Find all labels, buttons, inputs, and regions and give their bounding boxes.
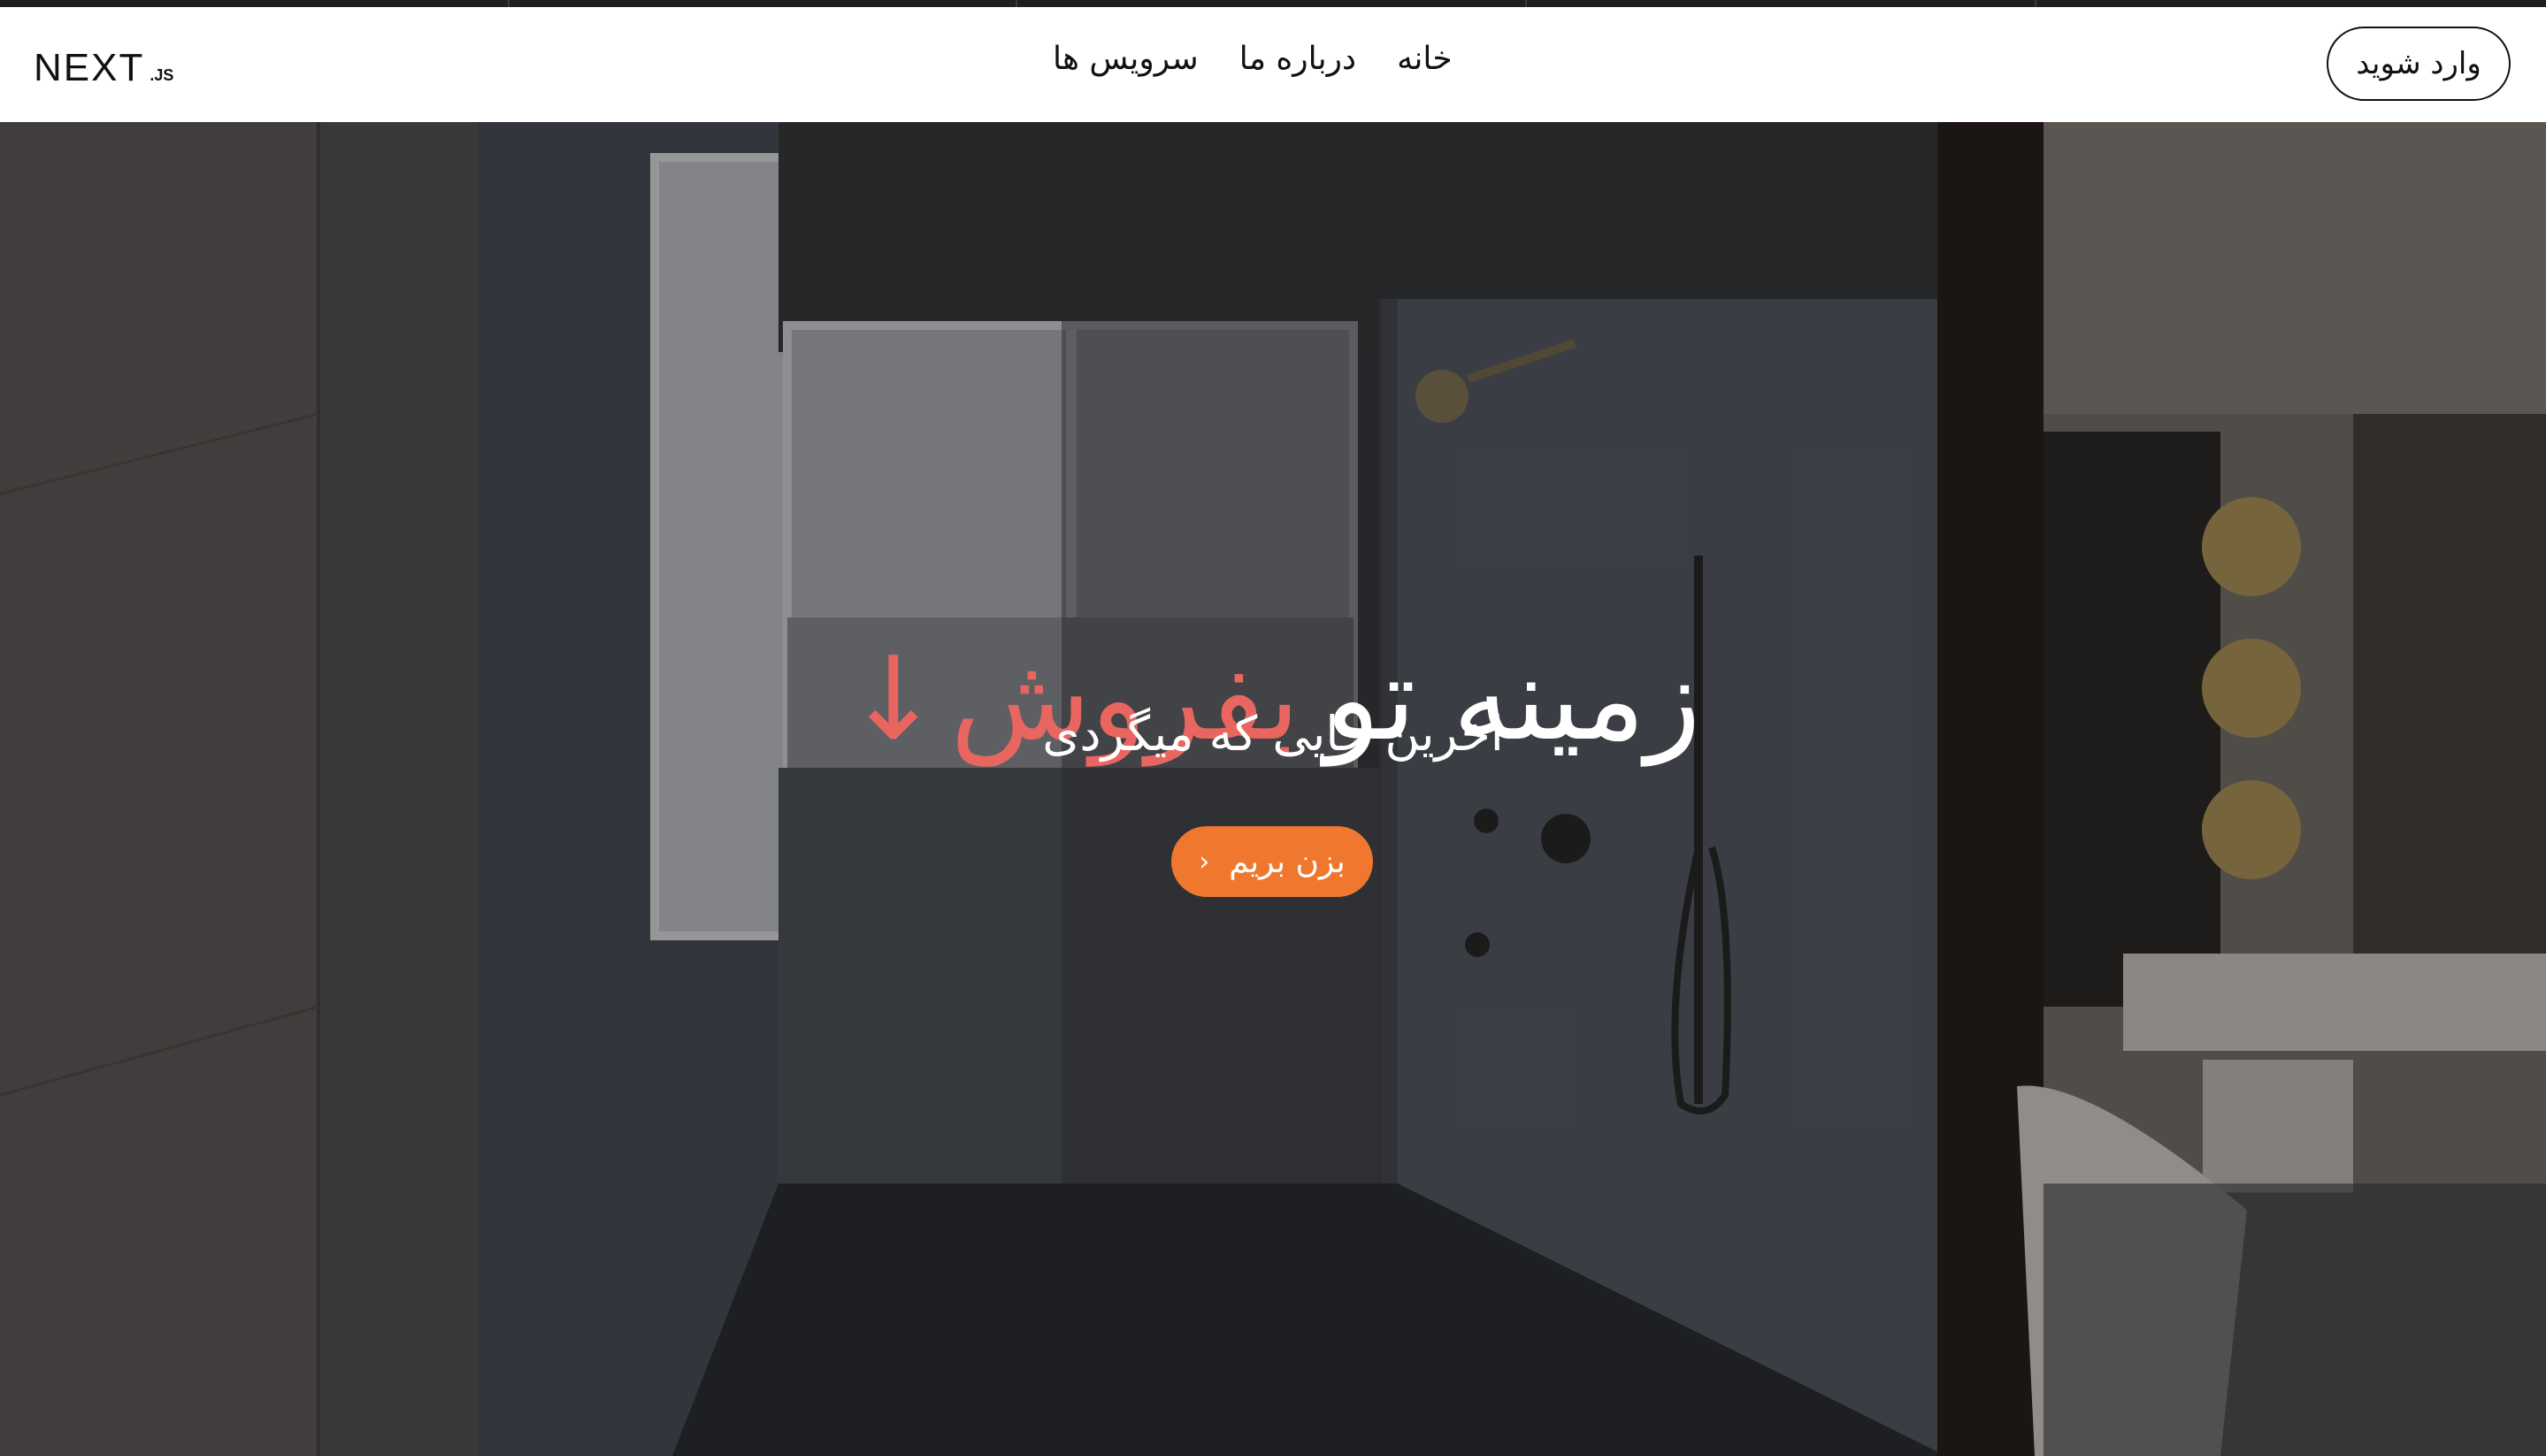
nav-item-home[interactable]: خانه bbox=[1397, 41, 1453, 77]
hero-section: زمینه تو بفروش ↓ اخرین جایی که میگردی بز… bbox=[0, 122, 2546, 1456]
nav-item-services[interactable]: سرویس ها bbox=[1053, 41, 1199, 77]
login-button[interactable]: وارد شوید bbox=[2327, 27, 2511, 101]
hero-dark-overlay bbox=[0, 122, 2546, 1456]
cta-label: بزن بریم bbox=[1229, 843, 1346, 880]
hero-subtitle: اخرین جایی که میگردی bbox=[1042, 706, 1504, 762]
browser-top-strip bbox=[0, 0, 2546, 7]
strip-divider bbox=[1016, 0, 1017, 7]
strip-divider bbox=[2035, 0, 2036, 7]
logo-suffix: .JS bbox=[150, 66, 174, 84]
logo-wordmark: NEXT bbox=[34, 46, 145, 89]
strip-divider bbox=[1525, 0, 1527, 7]
main-nav: خانه درباره ما سرویس ها bbox=[1053, 41, 1453, 77]
nextjs-logo[interactable]: NEXT .JS bbox=[34, 46, 173, 90]
chevron-left-icon: ‹ bbox=[1199, 846, 1210, 877]
nav-item-about[interactable]: درباره ما bbox=[1239, 41, 1356, 77]
site-header: NEXT .JS خانه درباره ما سرویس ها وارد شو… bbox=[0, 7, 2546, 122]
strip-divider bbox=[508, 0, 510, 7]
cta-button[interactable]: بزن بریم ‹ bbox=[1171, 826, 1373, 897]
